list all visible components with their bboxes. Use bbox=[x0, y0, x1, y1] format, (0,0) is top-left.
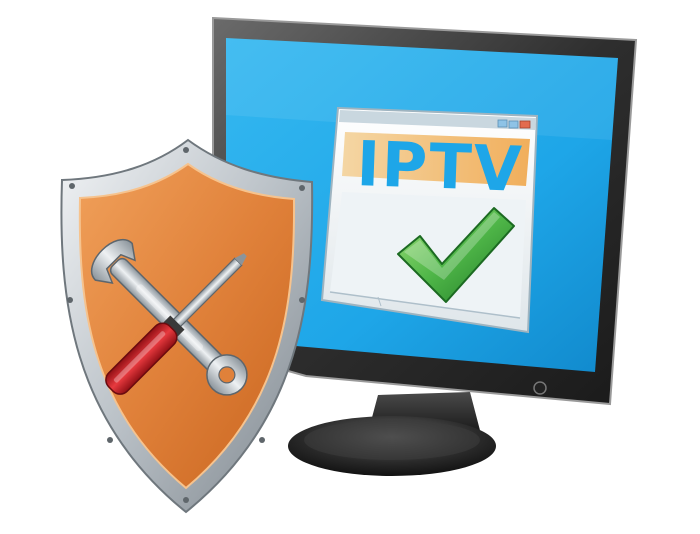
window-minimize-icon bbox=[497, 119, 508, 128]
power-button-icon bbox=[533, 381, 547, 395]
iptv-maintenance-illustration: IPTV bbox=[60, 16, 638, 514]
window-maximize-icon bbox=[508, 120, 519, 129]
window-close-icon bbox=[519, 120, 531, 129]
